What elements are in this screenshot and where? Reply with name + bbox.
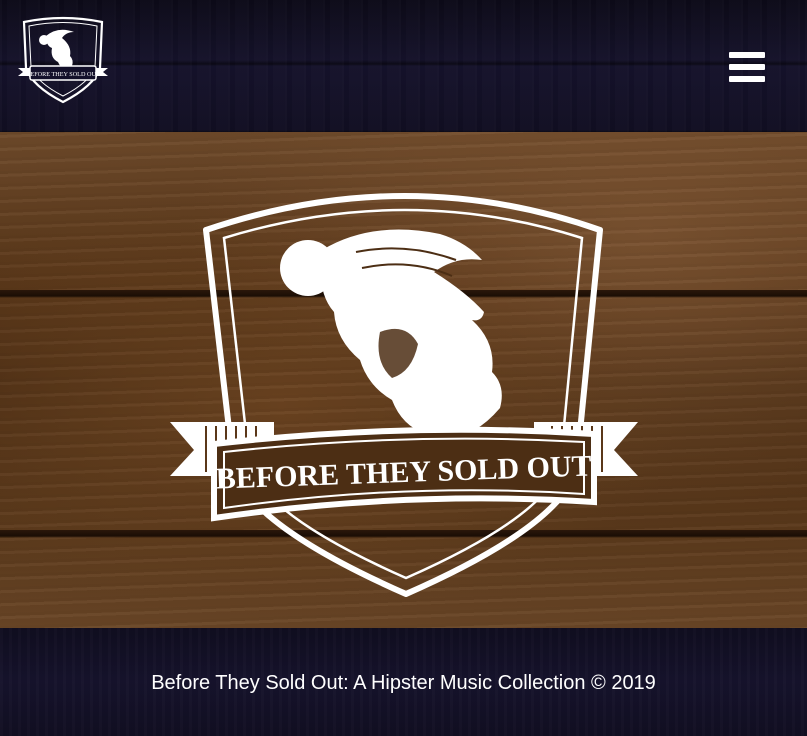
- logo-text: BEFORE THEY SOLD OUT: [26, 71, 100, 78]
- hamburger-menu-icon[interactable]: [727, 50, 767, 84]
- hero-banner: BEFORE THEY SOLD OUT: [0, 132, 807, 628]
- page: BEFORE THEY SOLD OUT BEFORE THEY SOLD OU…: [0, 0, 807, 736]
- copyright-text: Before They Sold Out: A Hipster Music Co…: [151, 672, 656, 694]
- site-header: BEFORE THEY SOLD OUT: [0, 0, 807, 132]
- site-logo[interactable]: BEFORE THEY SOLD OUT: [14, 16, 112, 106]
- site-footer: Before They Sold Out: A Hipster Music Co…: [0, 628, 807, 736]
- bearded-man-crest-emblem: BEFORE THEY SOLD OUT: [170, 193, 638, 597]
